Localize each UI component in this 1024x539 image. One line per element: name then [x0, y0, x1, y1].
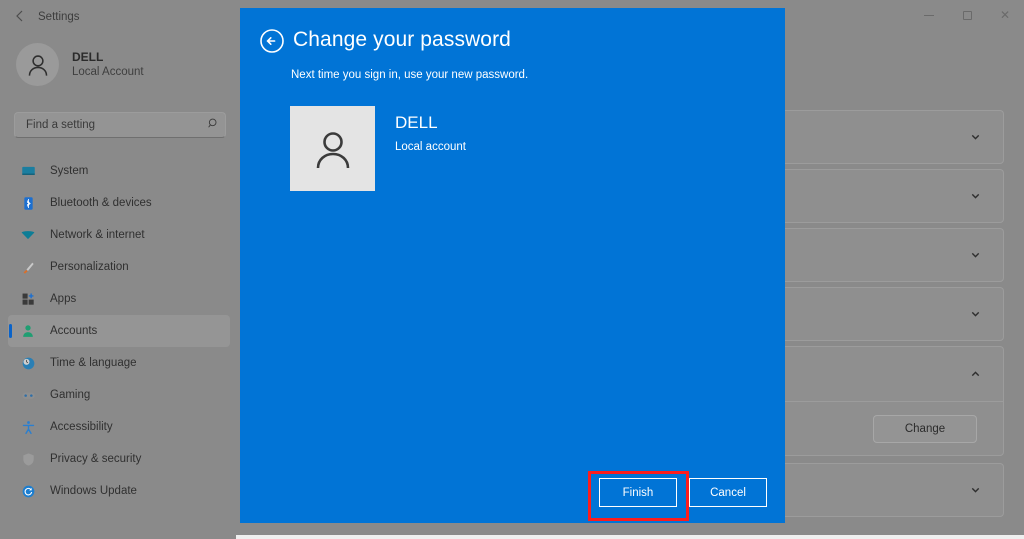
- sidebar-item-label: Apps: [50, 293, 77, 305]
- sidebar-item-bluetooth-devices[interactable]: Bluetooth & devices: [8, 187, 230, 219]
- bluetooth-icon: [18, 194, 38, 212]
- account-name: DELL: [72, 49, 104, 64]
- sidebar-item-time-language[interactable]: Time & language: [8, 347, 230, 379]
- sidebar-item-label: Network & internet: [50, 229, 145, 241]
- selection-indicator: [9, 324, 12, 338]
- window-bottom-edge-left: [0, 535, 236, 539]
- sidebar-item-label: Bluetooth & devices: [50, 197, 152, 209]
- sidebar-item-label: Gaming: [50, 389, 91, 401]
- change-password-dialog: Change your password Next time you sign …: [240, 8, 785, 523]
- sidebar-item-personalization[interactable]: Personalization: [8, 251, 230, 283]
- sidebar-item-label: System: [50, 165, 89, 177]
- chevron-down-icon[interactable]: [970, 250, 981, 261]
- sidebar-item-system[interactable]: System: [8, 155, 230, 187]
- person-avatar-icon: [290, 106, 375, 191]
- sidebar-item-network-internet[interactable]: Network & internet: [8, 219, 230, 251]
- person-avatar-icon: [16, 43, 59, 86]
- sidebar-item-label: Accounts: [50, 325, 98, 337]
- sidebar-item-label: Windows Update: [50, 485, 137, 497]
- maximize-icon[interactable]: [948, 0, 986, 30]
- update-refresh-icon: [18, 482, 38, 500]
- finish-button[interactable]: Finish: [599, 478, 677, 507]
- chevron-down-icon[interactable]: [970, 191, 981, 202]
- sidebar-nav: System Bluetooth & devices Network & int…: [8, 155, 230, 507]
- chevron-down-icon[interactable]: [970, 485, 981, 496]
- apps-icon: [18, 290, 38, 308]
- dialog-title: Change your password: [293, 28, 511, 51]
- sidebar-item-apps[interactable]: Apps: [8, 283, 230, 315]
- sidebar-item-accessibility[interactable]: Accessibility: [8, 411, 230, 443]
- chevron-up-icon[interactable]: [970, 369, 981, 380]
- back-arrow-icon[interactable]: [12, 8, 28, 24]
- search-icon: [201, 117, 225, 133]
- sidebar-account-block[interactable]: DELL Local Account: [16, 43, 144, 86]
- minimize-icon[interactable]: [910, 0, 948, 30]
- cancel-button[interactable]: Cancel: [689, 478, 767, 507]
- close-icon[interactable]: ✕: [986, 0, 1024, 30]
- accounts-person-icon: [18, 322, 38, 340]
- sidebar: DELL Local Account Find a setting System…: [0, 30, 236, 539]
- circled-back-arrow-icon[interactable]: [259, 28, 285, 54]
- monitor-icon: [18, 162, 38, 180]
- chevron-down-icon[interactable]: [970, 132, 981, 143]
- window-title: Settings: [38, 11, 80, 23]
- sidebar-item-accounts[interactable]: Accounts: [8, 315, 230, 347]
- clock-globe-icon: [18, 354, 38, 372]
- wifi-icon: [18, 226, 38, 244]
- window-controls: ✕: [910, 0, 1024, 30]
- dialog-subtitle: Next time you sign in, use your new pass…: [291, 69, 529, 81]
- accessibility-person-icon: [18, 418, 38, 436]
- chevron-down-icon[interactable]: [970, 309, 981, 320]
- gamepad-icon: [18, 386, 38, 404]
- sidebar-item-label: Accessibility: [50, 421, 113, 433]
- dialog-user-name: DELL: [395, 113, 438, 132]
- dialog-user-type: Local account: [395, 141, 466, 153]
- settings-app-window: Settings ✕ DELL Local Account Find a set…: [0, 0, 1024, 539]
- search-box[interactable]: [14, 112, 226, 138]
- dialog-actions: Finish Cancel: [599, 478, 767, 507]
- account-type: Local Account: [72, 65, 144, 78]
- shield-icon: [18, 450, 38, 468]
- dialog-user-block: DELL Local account: [290, 106, 466, 191]
- sidebar-item-label: Personalization: [50, 261, 129, 273]
- paintbrush-icon: [18, 258, 38, 276]
- sidebar-item-label: Privacy & security: [50, 453, 142, 465]
- sidebar-item-windows-update[interactable]: Windows Update: [8, 475, 230, 507]
- sidebar-item-gaming[interactable]: Gaming: [8, 379, 230, 411]
- sidebar-item-label: Time & language: [50, 357, 137, 369]
- change-button[interactable]: Change: [873, 415, 977, 443]
- sidebar-item-privacy-security[interactable]: Privacy & security: [8, 443, 230, 475]
- search-input[interactable]: [15, 119, 201, 131]
